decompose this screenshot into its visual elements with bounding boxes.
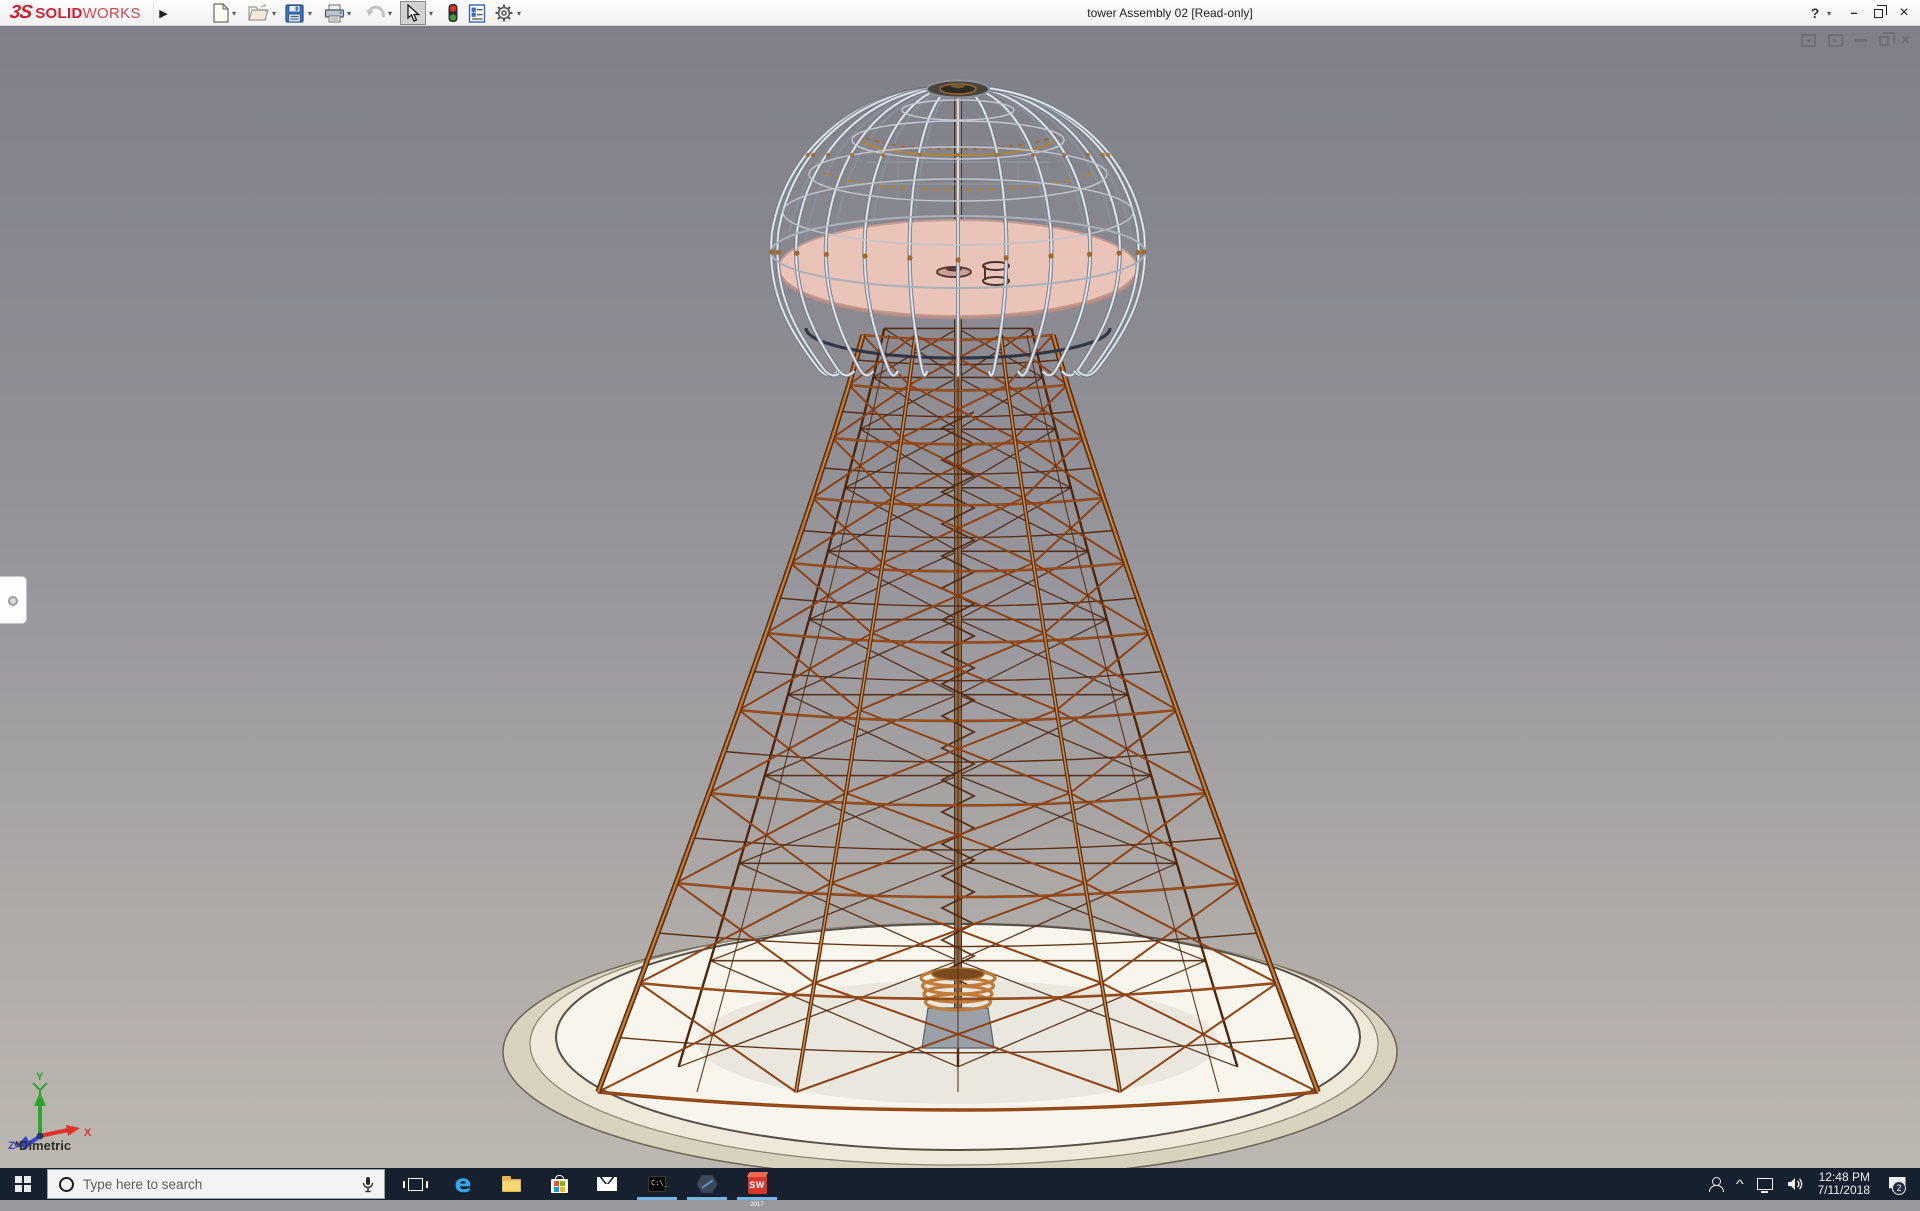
open-document-dropdown[interactable]: ▾ — [272, 9, 276, 18]
options-button[interactable] — [491, 1, 517, 25]
network-icon — [1756, 1178, 1773, 1193]
microphone-icon[interactable] — [362, 1176, 374, 1193]
menu-flyout-arrow[interactable]: ▶ — [153, 2, 173, 24]
view-orientation-label: *Dimetric — [14, 1138, 72, 1153]
task-view-icon — [402, 1177, 428, 1191]
doc-minimize-icon[interactable] — [1854, 39, 1867, 42]
cortana-icon — [59, 1176, 74, 1192]
select-button[interactable] — [400, 1, 426, 25]
system-tray: ^ 12:48 PM 7/11/2018 2 — [1708, 1168, 1920, 1200]
network-button[interactable] — [1756, 1178, 1773, 1193]
taskbar-hexagon-app-button[interactable] — [684, 1168, 730, 1200]
new-document-button[interactable] — [208, 1, 234, 25]
print-dropdown[interactable]: ▾ — [347, 9, 351, 18]
start-button[interactable] — [0, 1168, 46, 1200]
window-restore-button[interactable] — [1866, 0, 1890, 26]
triad-y-label: Y — [36, 1071, 44, 1083]
action-center-button[interactable]: 2 — [1884, 1171, 1910, 1197]
taskbar-solidworks-button[interactable]: SW 2017 — [734, 1168, 780, 1208]
window-minimize-button[interactable]: – — [1842, 0, 1866, 26]
microsoft-store-icon — [550, 1175, 568, 1193]
help-dropdown[interactable]: ▾ — [1827, 9, 1831, 18]
file-properties-icon — [468, 3, 486, 23]
solidworks-2017-icon: SW 2017 — [747, 1174, 767, 1208]
options-dropdown[interactable]: ▾ — [517, 9, 521, 18]
select-cursor-icon — [407, 4, 420, 22]
taskbar-edge-button[interactable]: e — [440, 1168, 486, 1200]
mail-icon — [597, 1177, 617, 1191]
document-window-controls: ◂ ▸ × — [1800, 31, 1910, 49]
graphics-viewport[interactable]: ◂ ▸ × X Z Y *Dimetric — [0, 26, 1920, 1168]
3ds-logo-icon: 3S — [8, 2, 33, 23]
open-document-button[interactable] — [246, 1, 272, 25]
save-dropdown[interactable]: ▾ — [308, 9, 312, 18]
taskbar-file-explorer-button[interactable] — [488, 1168, 534, 1200]
tower-assembly-model — [502, 79, 1398, 1168]
featuremanager-flyout-tab[interactable] — [0, 576, 27, 624]
volume-button[interactable] — [1787, 1177, 1804, 1191]
undo-button[interactable] — [363, 1, 389, 25]
taskbar-command-prompt-button[interactable]: C:\_ — [634, 1168, 680, 1200]
save-icon — [284, 3, 304, 23]
window-close-button[interactable]: × — [1892, 0, 1916, 26]
logo-solid-text: SOLID — [35, 4, 83, 22]
people-icon — [1708, 1177, 1724, 1192]
save-button[interactable] — [281, 1, 307, 25]
task-view-button[interactable] — [392, 1168, 438, 1200]
command-prompt-icon: C:\_ — [648, 1176, 668, 1192]
taskbar-search-input[interactable]: Type here to search — [47, 1169, 385, 1199]
taskbar-store-button[interactable] — [536, 1168, 582, 1200]
rebuild-button[interactable] — [440, 1, 466, 25]
doc-close-icon[interactable]: × — [1901, 33, 1910, 49]
notification-badge: 2 — [1892, 1181, 1906, 1195]
windows-logo-icon — [15, 1176, 31, 1192]
solidworks-logo[interactable]: 3S SOLID WORKS — [8, 0, 141, 26]
pane-right-icon[interactable]: ▸ — [1827, 34, 1843, 47]
menu-bar: 3S SOLID WORKS ▶ ▾ ▾ ▾ ▾ ▾ ▾ ▾ tower Ass… — [0, 0, 1920, 26]
taskbar-mail-button[interactable] — [584, 1168, 630, 1200]
undo-icon — [366, 5, 385, 18]
speaker-icon — [1787, 1178, 1802, 1190]
select-dropdown[interactable]: ▾ — [429, 9, 433, 18]
orientation-triad: X Z Y — [8, 1071, 92, 1151]
print-button[interactable] — [321, 1, 347, 25]
document-title: tower Assembly 02 [Read-only] — [1087, 6, 1253, 20]
new-document-dropdown[interactable]: ▾ — [232, 9, 236, 18]
people-button[interactable] — [1708, 1177, 1724, 1192]
triad-x-label: X — [84, 1127, 92, 1139]
clock[interactable]: 12:48 PM 7/11/2018 — [1818, 1171, 1871, 1197]
new-document-icon — [213, 3, 230, 23]
tray-date: 7/11/2018 — [1817, 1183, 1871, 1197]
help-button[interactable]: ? — [1806, 0, 1824, 26]
options-gear-icon — [495, 4, 513, 22]
flyout-knob-icon — [8, 596, 18, 606]
undo-dropdown[interactable]: ▾ — [388, 9, 392, 18]
rebuild-traffic-light-icon — [448, 4, 458, 22]
print-icon — [324, 4, 344, 22]
pane-left-icon[interactable]: ◂ — [1800, 34, 1816, 47]
windows-taskbar: Type here to search e C:\_ SW 2017 ^ 12:… — [0, 1168, 1920, 1208]
tray-overflow-chevron[interactable]: ^ — [1736, 1177, 1744, 1191]
hexagon-app-icon — [696, 1175, 718, 1193]
doc-restore-icon[interactable] — [1878, 31, 1895, 46]
open-document-icon — [248, 4, 269, 21]
file-properties-button[interactable] — [464, 1, 490, 25]
search-placeholder: Type here to search — [83, 1176, 203, 1192]
edge-icon: e — [454, 1169, 472, 1198]
logo-works-text: WORKS — [82, 4, 141, 22]
file-explorer-icon — [501, 1176, 521, 1192]
